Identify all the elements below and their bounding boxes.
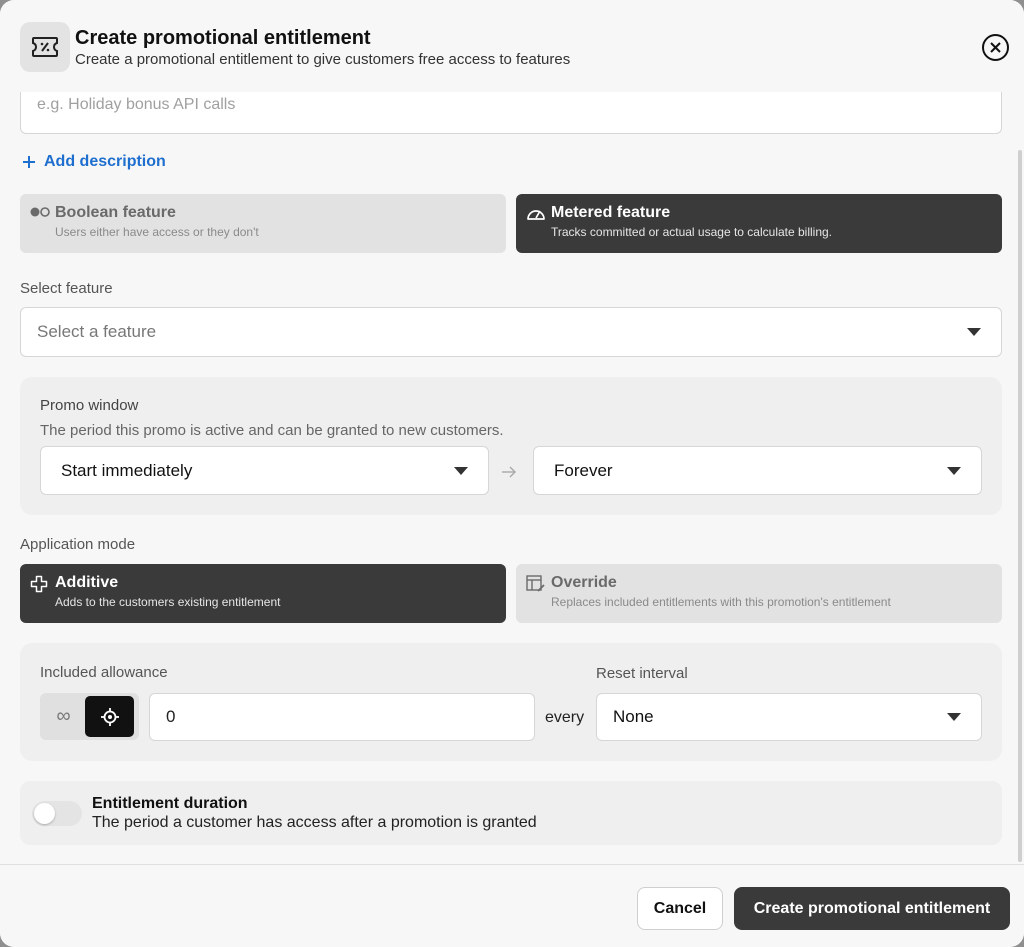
additive-mode-title: Additive	[55, 574, 119, 591]
chevron-down-icon	[967, 328, 981, 336]
chevron-down-icon	[947, 713, 961, 721]
infinity-icon: ∞	[56, 705, 71, 727]
duration-description: The period a customer has access after a…	[92, 814, 537, 831]
target-icon	[100, 707, 119, 726]
additive-mode-description: Adds to the customers existing entitleme…	[55, 595, 281, 609]
limited-toggle[interactable]	[85, 696, 134, 737]
name-input-placeholder: e.g. Holiday bonus API calls	[37, 95, 236, 113]
boolean-feature-title: Boolean feature	[55, 204, 176, 221]
chevron-down-icon	[947, 466, 961, 475]
entitlement-duration-switch[interactable]	[32, 801, 82, 826]
allowance-amount-value: 0	[166, 707, 176, 726]
unlimited-toggle[interactable]: ∞	[40, 693, 87, 740]
metered-feature-title: Metered feature	[551, 204, 671, 221]
ticket-percent-icon	[20, 22, 70, 72]
promo-end-value: Forever	[554, 460, 613, 480]
toggle-dots-icon	[30, 205, 52, 224]
duration-panel	[20, 781, 1002, 845]
reset-interval-label: Reset interval	[596, 665, 688, 682]
close-button[interactable]	[982, 34, 1009, 61]
gauge-icon	[526, 205, 546, 226]
promo-start-select[interactable]: Start immediately	[40, 446, 489, 495]
close-icon	[990, 42, 1001, 53]
metered-feature-description: Tracks committed or actual usage to calc…	[551, 225, 833, 239]
arrow-right-icon	[501, 465, 517, 483]
promo-window-title: Promo window	[40, 397, 139, 414]
allowance-type-toggle: ∞	[40, 693, 139, 740]
select-feature-label: Select feature	[20, 280, 113, 297]
application-mode-label: Application mode	[20, 536, 136, 553]
boolean-feature-card[interactable]: Boolean feature Users either have access…	[20, 194, 506, 253]
add-description-label: Add description	[44, 153, 166, 170]
promo-start-value: Start immediately	[61, 460, 193, 480]
promo-window-description: The period this promo is active and can …	[40, 422, 504, 439]
cancel-button[interactable]: Cancel	[637, 887, 723, 930]
metered-feature-card[interactable]: Metered feature Tracks committed or actu…	[516, 194, 1002, 253]
modal-subtitle: Create a promotional entitlement to give…	[75, 51, 571, 68]
select-feature-dropdown[interactable]: Select a feature	[20, 307, 1002, 357]
override-mode-description: Replaces included entitlements with this…	[551, 595, 891, 609]
modal-title: Create promotional entitlement	[75, 27, 371, 49]
override-mode-card[interactable]: Override Replaces included entitlements …	[516, 564, 1002, 623]
boolean-feature-description: Users either have access or they don't	[55, 225, 259, 239]
additive-mode-card[interactable]: Additive Adds to the customers existing …	[20, 564, 506, 623]
included-allowance-label: Included allowance	[40, 664, 168, 681]
promo-end-select[interactable]: Forever	[533, 446, 982, 495]
plus-icon	[23, 156, 35, 168]
every-label: every	[545, 709, 585, 726]
chevron-down-icon	[454, 466, 468, 475]
create-entitlement-modal: e.g. Holiday bonus API calls Create prom…	[0, 0, 1024, 947]
allowance-amount-input[interactable]: 0	[149, 693, 535, 741]
modal-header: Create promotional entitlement Create a …	[0, 0, 1024, 92]
reset-interval-select[interactable]: None	[596, 693, 982, 741]
duration-title: Entitlement duration	[92, 795, 248, 812]
scrollbar[interactable]	[1018, 150, 1022, 862]
add-description-link[interactable]: Add description	[22, 153, 166, 171]
create-entitlement-button[interactable]: Create promotional entitlement	[734, 887, 1010, 930]
select-feature-placeholder: Select a feature	[37, 322, 157, 341]
table-edit-icon	[526, 575, 546, 598]
reset-interval-value: None	[613, 707, 654, 726]
plus-outline-icon	[30, 575, 48, 598]
switch-knob	[34, 803, 55, 824]
override-mode-title: Override	[551, 574, 617, 591]
